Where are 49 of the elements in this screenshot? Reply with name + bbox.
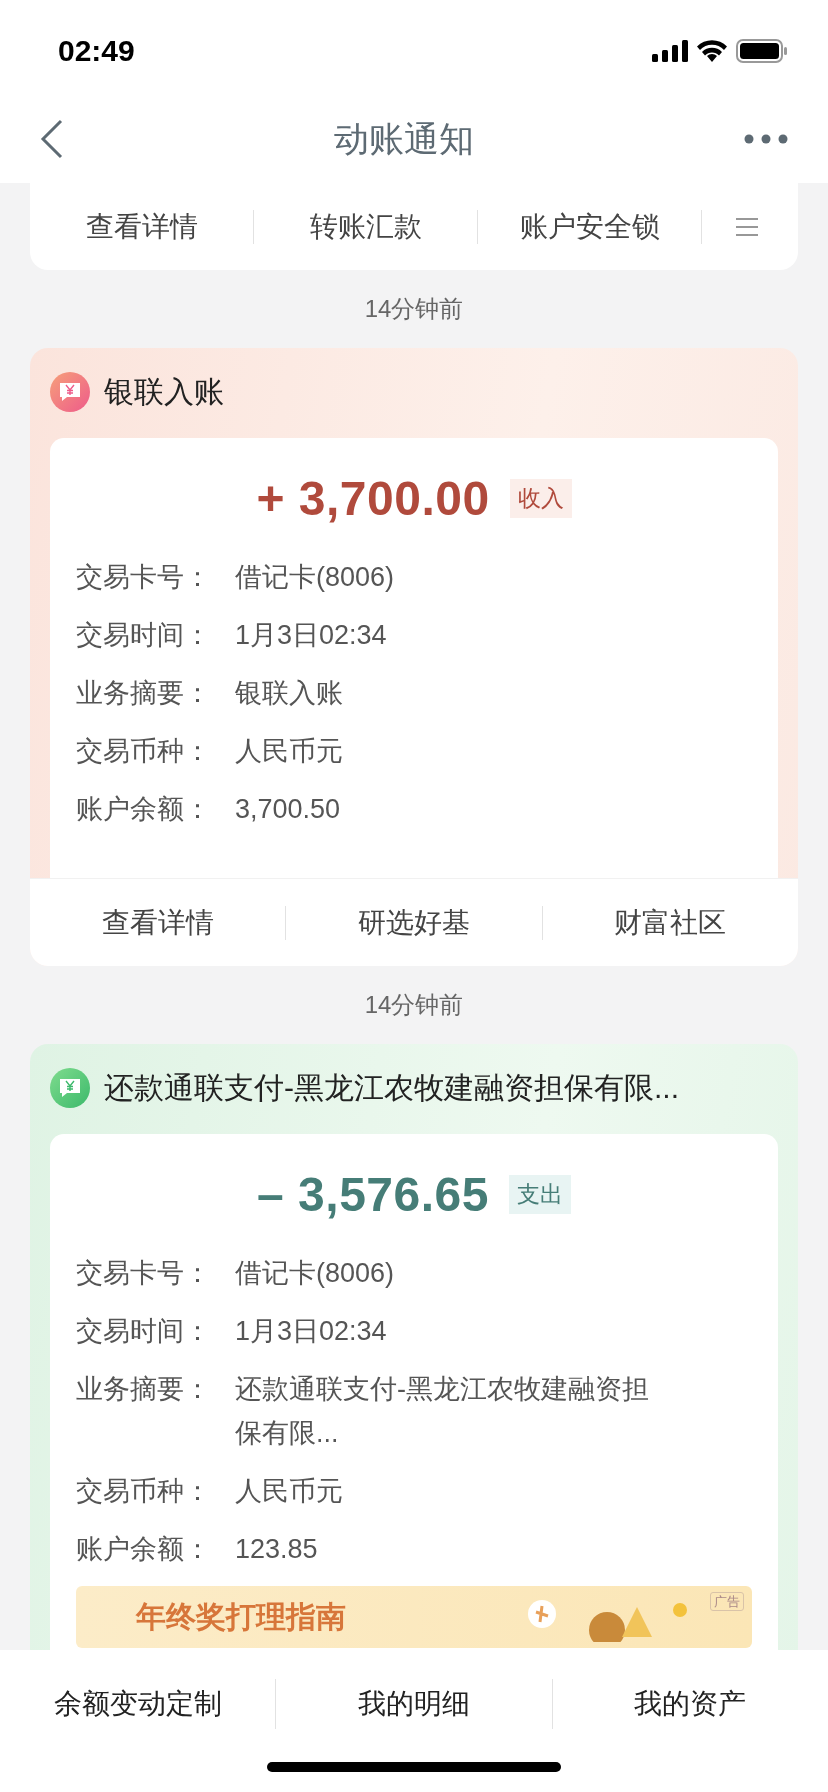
card-title: 银联入账 <box>104 373 224 410</box>
page-title: 动账通知 <box>334 117 474 160</box>
quick-action-button[interactable]: 转账汇款 <box>254 197 477 256</box>
field-label: 账户余额： <box>76 1533 212 1566</box>
field-label: 交易卡号： <box>76 561 212 594</box>
card-title: 还款通联支付-黑龙江农牧建融资担保有限... <box>104 1069 679 1106</box>
field-value: 人民币元 <box>235 735 344 768</box>
message-icon <box>50 372 90 412</box>
wifi-icon <box>696 38 728 63</box>
field-value: 借记卡(8006) <box>235 1257 396 1290</box>
field-label: 业务摘要： <box>76 677 212 710</box>
card-action-button[interactable]: 研选好基 <box>286 902 542 943</box>
bottom-tab[interactable]: 我的资产 <box>552 1684 828 1724</box>
amount: – 3,576.65 <box>257 1166 489 1222</box>
field-value: 人民币元 <box>235 1475 344 1508</box>
field-label: 交易币种： <box>76 735 212 768</box>
menu-icon[interactable] <box>736 217 758 236</box>
signal-icon <box>652 39 688 62</box>
type-tag: 支出 <box>508 1174 571 1214</box>
status-time: 02:49 <box>58 33 135 68</box>
field-label: 交易时间： <box>76 619 212 652</box>
back-icon[interactable] <box>40 119 64 159</box>
field-label: 交易币种： <box>76 1475 212 1508</box>
field-value: 还款通联支付-黑龙江农牧建融资担保有限... <box>235 1373 650 1450</box>
ad-badge: 广告 <box>710 1592 744 1611</box>
message-icon <box>50 1068 90 1108</box>
type-tag: 收入 <box>509 478 572 518</box>
more-icon[interactable] <box>744 134 788 144</box>
field-label: 账户余额： <box>76 793 212 826</box>
field-value: 1月3日02:34 <box>235 1315 388 1348</box>
field-value: 123.85 <box>235 1533 319 1566</box>
card-action-button[interactable]: 财富社区 <box>542 902 798 943</box>
battery-icon <box>736 38 788 63</box>
field-value: 1月3日02:34 <box>235 619 388 652</box>
field-label: 业务摘要： <box>76 1373 212 1406</box>
card-action-button[interactable]: 查看详情 <box>30 902 286 943</box>
field-value: 银联入账 <box>235 677 344 710</box>
timestamp: 14分钟前 <box>364 295 464 322</box>
quick-action-button[interactable]: 查看详情 <box>30 197 253 256</box>
quick-action-button[interactable]: 账户安全锁 <box>478 197 701 256</box>
timestamp: 14分钟前 <box>364 991 464 1018</box>
field-label: 交易卡号： <box>76 1257 212 1290</box>
field-value: 3,700.50 <box>235 793 342 826</box>
bottom-tab[interactable]: 我的明细 <box>276 1684 552 1724</box>
amount: + 3,700.00 <box>256 470 490 526</box>
bottom-tab[interactable]: 余额变动定制 <box>0 1684 276 1724</box>
ad-headline: 年终奖打理指南 <box>136 1598 346 1635</box>
field-value: 借记卡(8006) <box>235 561 396 594</box>
field-label: 交易时间： <box>76 1315 212 1348</box>
